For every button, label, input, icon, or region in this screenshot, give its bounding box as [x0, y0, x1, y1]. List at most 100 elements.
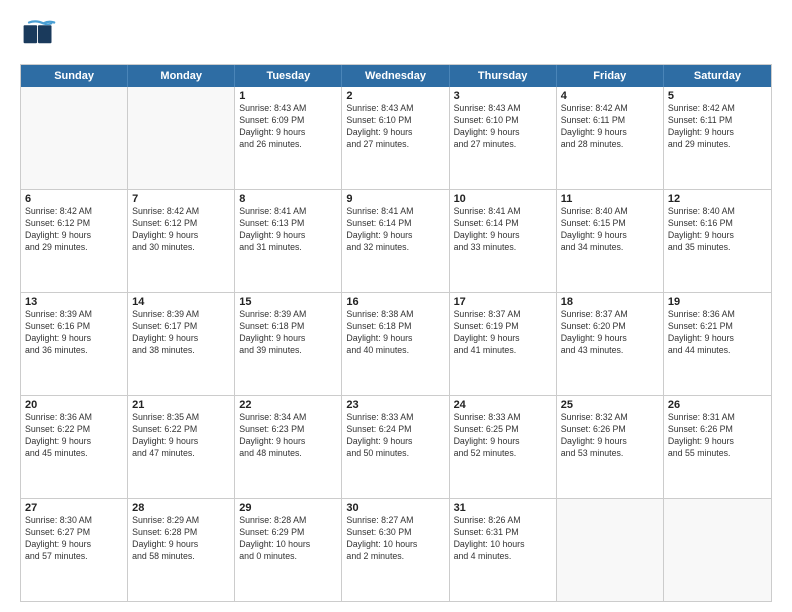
day-header-saturday: Saturday — [664, 65, 771, 87]
day-number: 6 — [25, 193, 123, 205]
calendar-row-5: 27Sunrise: 8:30 AM Sunset: 6:27 PM Dayli… — [21, 498, 771, 601]
cell-info: Sunrise: 8:38 AM Sunset: 6:18 PM Dayligh… — [346, 309, 444, 357]
day-number: 24 — [454, 399, 552, 411]
day-number: 13 — [25, 296, 123, 308]
calendar-cell-day-24: 24Sunrise: 8:33 AM Sunset: 6:25 PM Dayli… — [450, 396, 557, 498]
day-header-monday: Monday — [128, 65, 235, 87]
cell-info: Sunrise: 8:35 AM Sunset: 6:22 PM Dayligh… — [132, 412, 230, 460]
cell-info: Sunrise: 8:43 AM Sunset: 6:09 PM Dayligh… — [239, 103, 337, 151]
cell-info: Sunrise: 8:41 AM Sunset: 6:14 PM Dayligh… — [346, 206, 444, 254]
day-number: 22 — [239, 399, 337, 411]
day-number: 11 — [561, 193, 659, 205]
day-number: 2 — [346, 90, 444, 102]
cell-info: Sunrise: 8:26 AM Sunset: 6:31 PM Dayligh… — [454, 515, 552, 563]
cell-info: Sunrise: 8:39 AM Sunset: 6:16 PM Dayligh… — [25, 309, 123, 357]
calendar-row-1: 1Sunrise: 8:43 AM Sunset: 6:09 PM Daylig… — [21, 87, 771, 189]
cell-info: Sunrise: 8:39 AM Sunset: 6:17 PM Dayligh… — [132, 309, 230, 357]
calendar-cell-day-18: 18Sunrise: 8:37 AM Sunset: 6:20 PM Dayli… — [557, 293, 664, 395]
day-number: 9 — [346, 193, 444, 205]
calendar-body: 1Sunrise: 8:43 AM Sunset: 6:09 PM Daylig… — [21, 87, 771, 601]
cell-info: Sunrise: 8:27 AM Sunset: 6:30 PM Dayligh… — [346, 515, 444, 563]
day-header-wednesday: Wednesday — [342, 65, 449, 87]
calendar-row-4: 20Sunrise: 8:36 AM Sunset: 6:22 PM Dayli… — [21, 395, 771, 498]
calendar-cell-empty — [557, 499, 664, 601]
day-number: 10 — [454, 193, 552, 205]
day-header-thursday: Thursday — [450, 65, 557, 87]
cell-info: Sunrise: 8:42 AM Sunset: 6:11 PM Dayligh… — [668, 103, 767, 151]
calendar-cell-day-4: 4Sunrise: 8:42 AM Sunset: 6:11 PM Daylig… — [557, 87, 664, 189]
calendar-row-2: 6Sunrise: 8:42 AM Sunset: 6:12 PM Daylig… — [21, 189, 771, 292]
day-number: 21 — [132, 399, 230, 411]
day-number: 16 — [346, 296, 444, 308]
day-number: 27 — [25, 502, 123, 514]
cell-info: Sunrise: 8:34 AM Sunset: 6:23 PM Dayligh… — [239, 412, 337, 460]
calendar-cell-day-9: 9Sunrise: 8:41 AM Sunset: 6:14 PM Daylig… — [342, 190, 449, 292]
day-number: 1 — [239, 90, 337, 102]
day-number: 18 — [561, 296, 659, 308]
cell-info: Sunrise: 8:37 AM Sunset: 6:20 PM Dayligh… — [561, 309, 659, 357]
calendar-cell-day-1: 1Sunrise: 8:43 AM Sunset: 6:09 PM Daylig… — [235, 87, 342, 189]
day-number: 8 — [239, 193, 337, 205]
calendar-cell-empty — [21, 87, 128, 189]
cell-info: Sunrise: 8:43 AM Sunset: 6:10 PM Dayligh… — [454, 103, 552, 151]
cell-info: Sunrise: 8:41 AM Sunset: 6:14 PM Dayligh… — [454, 206, 552, 254]
cell-info: Sunrise: 8:40 AM Sunset: 6:15 PM Dayligh… — [561, 206, 659, 254]
calendar-cell-day-23: 23Sunrise: 8:33 AM Sunset: 6:24 PM Dayli… — [342, 396, 449, 498]
day-number: 14 — [132, 296, 230, 308]
calendar-cell-day-16: 16Sunrise: 8:38 AM Sunset: 6:18 PM Dayli… — [342, 293, 449, 395]
cell-info: Sunrise: 8:33 AM Sunset: 6:24 PM Dayligh… — [346, 412, 444, 460]
day-number: 4 — [561, 90, 659, 102]
day-number: 19 — [668, 296, 767, 308]
calendar: SundayMondayTuesdayWednesdayThursdayFrid… — [20, 64, 772, 602]
cell-info: Sunrise: 8:43 AM Sunset: 6:10 PM Dayligh… — [346, 103, 444, 151]
day-header-sunday: Sunday — [21, 65, 128, 87]
calendar-cell-day-22: 22Sunrise: 8:34 AM Sunset: 6:23 PM Dayli… — [235, 396, 342, 498]
calendar-cell-day-26: 26Sunrise: 8:31 AM Sunset: 6:26 PM Dayli… — [664, 396, 771, 498]
header — [20, 18, 772, 54]
day-number: 30 — [346, 502, 444, 514]
day-number: 17 — [454, 296, 552, 308]
cell-info: Sunrise: 8:32 AM Sunset: 6:26 PM Dayligh… — [561, 412, 659, 460]
cell-info: Sunrise: 8:36 AM Sunset: 6:22 PM Dayligh… — [25, 412, 123, 460]
logo — [20, 18, 60, 54]
cell-info: Sunrise: 8:30 AM Sunset: 6:27 PM Dayligh… — [25, 515, 123, 563]
calendar-cell-day-2: 2Sunrise: 8:43 AM Sunset: 6:10 PM Daylig… — [342, 87, 449, 189]
calendar-cell-day-17: 17Sunrise: 8:37 AM Sunset: 6:19 PM Dayli… — [450, 293, 557, 395]
logo-icon — [20, 18, 56, 54]
day-number: 5 — [668, 90, 767, 102]
cell-info: Sunrise: 8:37 AM Sunset: 6:19 PM Dayligh… — [454, 309, 552, 357]
cell-info: Sunrise: 8:41 AM Sunset: 6:13 PM Dayligh… — [239, 206, 337, 254]
day-header-tuesday: Tuesday — [235, 65, 342, 87]
calendar-cell-day-11: 11Sunrise: 8:40 AM Sunset: 6:15 PM Dayli… — [557, 190, 664, 292]
day-number: 31 — [454, 502, 552, 514]
calendar-cell-day-5: 5Sunrise: 8:42 AM Sunset: 6:11 PM Daylig… — [664, 87, 771, 189]
day-number: 29 — [239, 502, 337, 514]
cell-info: Sunrise: 8:36 AM Sunset: 6:21 PM Dayligh… — [668, 309, 767, 357]
calendar-cell-day-31: 31Sunrise: 8:26 AM Sunset: 6:31 PM Dayli… — [450, 499, 557, 601]
day-header-friday: Friday — [557, 65, 664, 87]
calendar-cell-day-3: 3Sunrise: 8:43 AM Sunset: 6:10 PM Daylig… — [450, 87, 557, 189]
calendar-cell-day-7: 7Sunrise: 8:42 AM Sunset: 6:12 PM Daylig… — [128, 190, 235, 292]
calendar-cell-day-19: 19Sunrise: 8:36 AM Sunset: 6:21 PM Dayli… — [664, 293, 771, 395]
day-number: 20 — [25, 399, 123, 411]
day-number: 28 — [132, 502, 230, 514]
calendar-header: SundayMondayTuesdayWednesdayThursdayFrid… — [21, 65, 771, 87]
calendar-cell-day-14: 14Sunrise: 8:39 AM Sunset: 6:17 PM Dayli… — [128, 293, 235, 395]
day-number: 15 — [239, 296, 337, 308]
day-number: 23 — [346, 399, 444, 411]
calendar-cell-empty — [128, 87, 235, 189]
day-number: 26 — [668, 399, 767, 411]
cell-info: Sunrise: 8:42 AM Sunset: 6:11 PM Dayligh… — [561, 103, 659, 151]
cell-info: Sunrise: 8:31 AM Sunset: 6:26 PM Dayligh… — [668, 412, 767, 460]
calendar-cell-day-21: 21Sunrise: 8:35 AM Sunset: 6:22 PM Dayli… — [128, 396, 235, 498]
cell-info: Sunrise: 8:39 AM Sunset: 6:18 PM Dayligh… — [239, 309, 337, 357]
page: SundayMondayTuesdayWednesdayThursdayFrid… — [0, 0, 792, 612]
calendar-cell-empty — [664, 499, 771, 601]
calendar-cell-day-6: 6Sunrise: 8:42 AM Sunset: 6:12 PM Daylig… — [21, 190, 128, 292]
calendar-cell-day-28: 28Sunrise: 8:29 AM Sunset: 6:28 PM Dayli… — [128, 499, 235, 601]
day-number: 25 — [561, 399, 659, 411]
cell-info: Sunrise: 8:28 AM Sunset: 6:29 PM Dayligh… — [239, 515, 337, 563]
calendar-cell-day-27: 27Sunrise: 8:30 AM Sunset: 6:27 PM Dayli… — [21, 499, 128, 601]
cell-info: Sunrise: 8:33 AM Sunset: 6:25 PM Dayligh… — [454, 412, 552, 460]
calendar-cell-day-20: 20Sunrise: 8:36 AM Sunset: 6:22 PM Dayli… — [21, 396, 128, 498]
